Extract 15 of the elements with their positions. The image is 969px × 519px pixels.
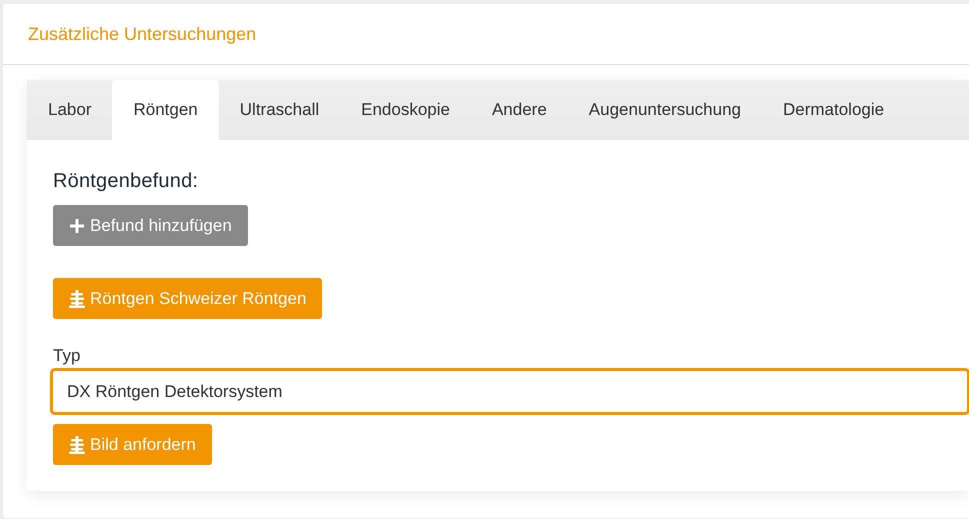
tab[interactable]: Labor	[27, 80, 112, 140]
tab[interactable]: Augenuntersuchung	[568, 80, 762, 140]
xray-icon	[69, 436, 85, 454]
add-button[interactable]: Befund hinzufügen	[53, 205, 248, 246]
plus-icon	[69, 218, 85, 234]
tab[interactable]: Andere	[470, 80, 568, 140]
tab[interactable]: Endoskopie	[340, 80, 471, 140]
tab[interactable]: Röntgen	[112, 80, 219, 140]
xray-icon	[69, 290, 85, 308]
tab[interactable]: Dermatologie	[762, 80, 906, 140]
tab[interactable]: Ultraschall	[218, 80, 340, 140]
type-field[interactable]: DX Röntgen Detektorsystem	[50, 368, 969, 415]
card-title: Zusätzliche Untersuchungen	[28, 24, 256, 44]
field-label: Typ	[53, 346, 80, 366]
section-title: Röntgenbefund:	[53, 170, 200, 193]
